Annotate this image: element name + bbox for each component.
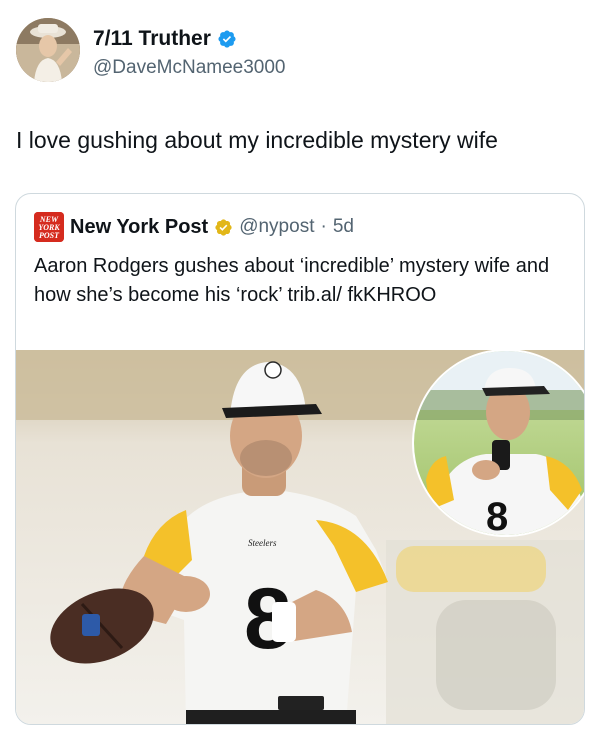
quoted-tweet-card[interactable]: NEW YORK POST New York Post @nypost · 5d… bbox=[15, 193, 585, 725]
quoted-display-name[interactable]: New York Post bbox=[70, 216, 208, 239]
avatar[interactable] bbox=[16, 18, 80, 82]
gold-verified-badge-icon bbox=[215, 218, 232, 236]
profile-photo bbox=[16, 18, 80, 82]
verified-badge-icon bbox=[218, 30, 236, 48]
quoted-tweet-header: NEW YORK POST New York Post @nypost · 5d bbox=[34, 212, 354, 242]
author-handle[interactable]: @DaveMcNamee3000 bbox=[93, 56, 286, 80]
separator-dot: · bbox=[320, 216, 327, 237]
author-name-row: 7/11 Truther bbox=[93, 26, 237, 52]
new-york-post-logo[interactable]: NEW YORK POST bbox=[34, 212, 64, 242]
tweet-text: I love gushing about my incredible myste… bbox=[16, 127, 498, 153]
quoted-handle[interactable]: @nypost bbox=[239, 216, 314, 238]
inset-jersey-number: 8 bbox=[486, 495, 508, 539]
quoted-tweet-image[interactable]: Steelers 8 8 bbox=[16, 350, 584, 724]
nyp-logo-graphic: NEW YORK POST bbox=[34, 212, 64, 242]
football-player-photo: Steelers 8 8 bbox=[16, 350, 584, 724]
display-name[interactable]: 7/11 Truther bbox=[93, 26, 211, 52]
jersey-team-text: Steelers bbox=[248, 538, 277, 548]
quoted-tweet-text: Aaron Rodgers gushes about ‘incredible’ … bbox=[34, 255, 550, 306]
nyp-logo-line-3: POST bbox=[39, 231, 60, 240]
quoted-timestamp[interactable]: 5d bbox=[333, 216, 354, 238]
